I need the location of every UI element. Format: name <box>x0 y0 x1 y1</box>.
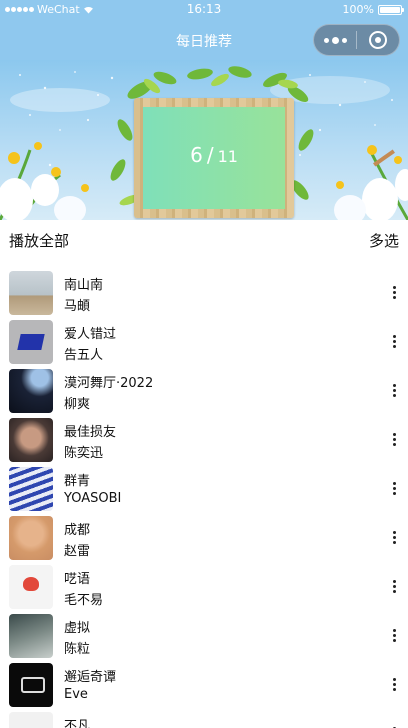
album-cover <box>9 712 53 728</box>
song-more-icon[interactable] <box>388 576 400 596</box>
song-row[interactable]: 群青 YOASOBI <box>0 464 408 513</box>
song-title: 爱人错过 <box>64 327 117 342</box>
song-title: 呓语 <box>64 572 91 587</box>
album-cover <box>9 663 53 707</box>
song-row[interactable]: 邂逅奇谭 Eve <box>0 660 408 709</box>
date-separator: / <box>206 143 214 167</box>
song-more-icon[interactable] <box>388 674 400 694</box>
song-artist: 毛不易 <box>64 593 104 608</box>
navigation-bar: 每日推荐 <box>0 20 408 60</box>
album-cover <box>9 614 53 658</box>
date-month: 11 <box>217 147 238 166</box>
song-artist: 告五人 <box>64 348 104 363</box>
song-artist: 柳爽 <box>64 397 91 412</box>
song-more-icon[interactable] <box>388 625 400 645</box>
date-day: 6 <box>190 143 203 167</box>
song-row[interactable]: 漠河舞厅·2022 柳爽 <box>0 366 408 415</box>
song-title: 虚拟 <box>64 621 91 636</box>
more-dots-icon <box>323 37 329 43</box>
status-bar: WeChat 16:13 100% <box>0 0 408 20</box>
song-title: 最佳损友 <box>64 425 117 440</box>
date-board-panel: 6/11 <box>143 107 285 209</box>
date-board: 6/11 <box>134 98 294 218</box>
song-title: 邂逅奇谭 <box>64 670 117 685</box>
battery-status: 100% <box>342 3 404 16</box>
song-more-icon[interactable] <box>388 429 400 449</box>
close-miniprogram-button[interactable] <box>357 25 399 55</box>
album-cover <box>9 369 53 413</box>
album-cover <box>9 467 53 511</box>
song-more-icon[interactable] <box>388 478 400 498</box>
play-all-button[interactable]: 播放全部 <box>9 230 69 251</box>
song-title: 漠河舞厅·2022 <box>64 376 154 391</box>
album-cover <box>9 516 53 560</box>
song-artist: 陈奕迅 <box>64 446 104 461</box>
album-cover <box>9 271 53 315</box>
song-artist: 赵雷 <box>64 544 91 559</box>
miniprogram-capsule <box>313 24 400 56</box>
song-row[interactable]: 爱人错过 告五人 <box>0 317 408 366</box>
song-row[interactable]: 不凡 <box>0 709 408 728</box>
song-artist: 马頔 <box>64 299 91 314</box>
song-title: 群青 <box>64 474 91 489</box>
close-ring-icon <box>369 31 387 49</box>
battery-percent: 100% <box>342 3 374 16</box>
song-artist: 陈粒 <box>64 642 91 657</box>
song-more-icon[interactable] <box>388 723 400 728</box>
song-title: 成都 <box>64 523 91 538</box>
date-display: 6/11 <box>143 143 285 167</box>
multi-select-button[interactable]: 多选 <box>369 230 399 251</box>
more-options-button[interactable] <box>314 25 356 55</box>
song-row[interactable]: 呓语 毛不易 <box>0 562 408 611</box>
album-cover <box>9 565 53 609</box>
song-more-icon[interactable] <box>388 331 400 351</box>
song-more-icon[interactable] <box>388 527 400 547</box>
song-artist: Eve <box>64 687 88 702</box>
song-row[interactable]: 虚拟 陈粒 <box>0 611 408 660</box>
song-title: 南山南 <box>64 278 104 293</box>
song-artist: YOASOBI <box>64 491 122 506</box>
list-actions-bar: 播放全部 多选 <box>0 220 408 260</box>
daily-banner: 6/11 <box>0 60 408 220</box>
song-row[interactable]: 南山南 马頔 <box>0 268 408 317</box>
song-title: 不凡 <box>64 719 91 728</box>
song-list: 南山南 马頔 爱人错过 告五人 漠河舞厅·2022 柳爽 最佳损友 陈奕迅 群青… <box>0 268 408 728</box>
song-more-icon[interactable] <box>388 380 400 400</box>
battery-icon <box>378 4 404 15</box>
song-more-icon[interactable] <box>388 282 400 302</box>
song-row[interactable]: 最佳损友 陈奕迅 <box>0 415 408 464</box>
song-row[interactable]: 成都 赵雷 <box>0 513 408 562</box>
album-cover <box>9 320 53 364</box>
album-cover <box>9 418 53 462</box>
